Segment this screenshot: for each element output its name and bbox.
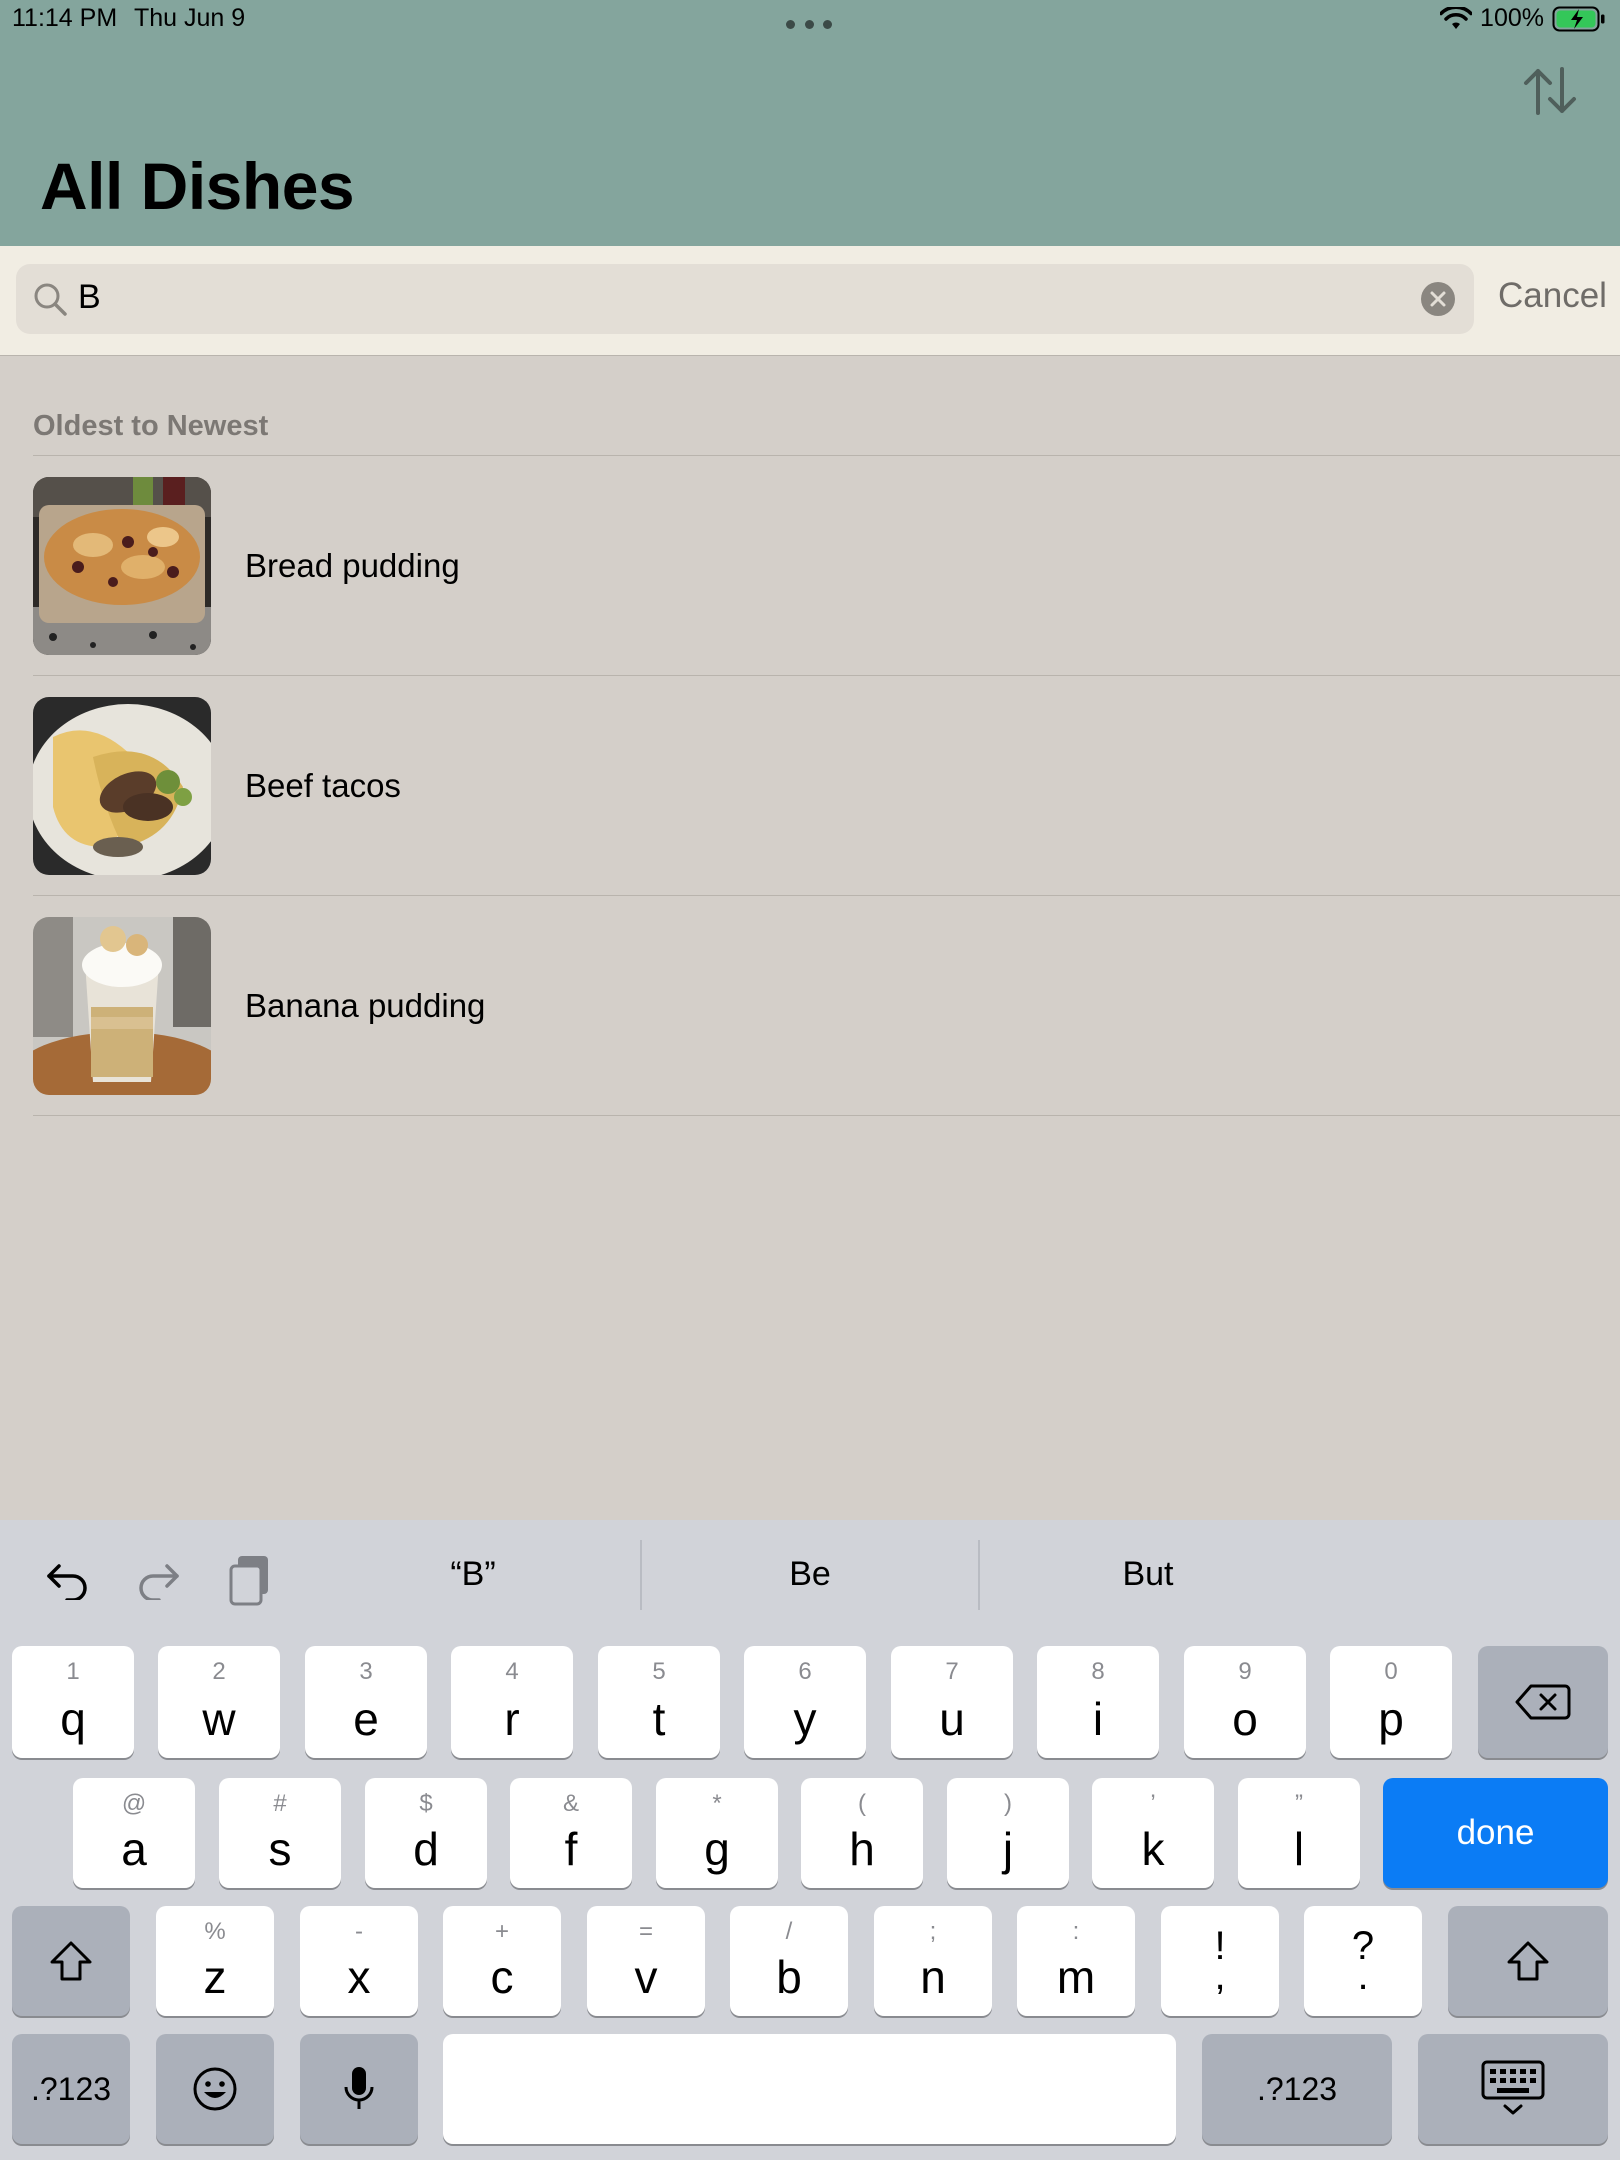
- shift-key-left[interactable]: [12, 1906, 130, 2016]
- redo-button[interactable]: [128, 1550, 188, 1610]
- multitasking-dots-icon[interactable]: [786, 16, 832, 32]
- suggestion-2[interactable]: Be: [660, 1555, 960, 1594]
- search-input[interactable]: B: [78, 278, 101, 317]
- numbers-key-right[interactable]: .?123: [1202, 2034, 1392, 2144]
- battery-percentage: 100%: [1480, 4, 1544, 32]
- list-item[interactable]: Banana pudding: [0, 896, 1620, 1116]
- on-screen-keyboard: “B” Be But 1q 2w 3e 4r 5t 6y 7u 8i 9o 0p…: [0, 1520, 1620, 2160]
- status-indicators: 100%: [1440, 4, 1606, 33]
- section-header: Oldest to Newest: [33, 410, 269, 442]
- navigation-header: 11:14 PM Thu Jun 9 100% All Dishes: [0, 0, 1620, 246]
- emoji-key[interactable]: [156, 2034, 274, 2144]
- key-c[interactable]: + c: [443, 1906, 561, 2016]
- redo-icon: [139, 1564, 179, 1600]
- key-a[interactable]: @ a: [73, 1778, 195, 1888]
- shift-key-right[interactable]: [1448, 1906, 1608, 2016]
- key-y[interactable]: 6y: [744, 1646, 866, 1758]
- key-v[interactable]: = v: [587, 1906, 705, 2016]
- dish-name: Bread pudding: [245, 547, 460, 584]
- list-item[interactable]: Beef tacos: [0, 676, 1620, 896]
- sort-button[interactable]: [1518, 62, 1582, 120]
- dish-thumbnail: [33, 477, 211, 655]
- key-e[interactable]: 3e: [305, 1646, 427, 1758]
- key-i[interactable]: 8i: [1037, 1646, 1159, 1758]
- numbers-key-left[interactable]: .?123: [12, 2034, 130, 2144]
- dish-thumbnail: [33, 697, 211, 875]
- clear-search-icon[interactable]: [1420, 281, 1456, 317]
- key-r[interactable]: 4r: [451, 1646, 573, 1758]
- key-w[interactable]: 2w: [158, 1646, 280, 1758]
- space-key[interactable]: [443, 2034, 1176, 2144]
- paste-button[interactable]: [220, 1550, 280, 1610]
- backspace-icon: [1515, 1684, 1571, 1720]
- sort-arrows-icon: [1524, 67, 1576, 115]
- key-g[interactable]: * g: [656, 1778, 778, 1888]
- key-d[interactable]: $ d: [365, 1778, 487, 1888]
- key-question-period[interactable]: ?.: [1304, 1906, 1422, 2016]
- dish-name: Banana pudding: [245, 987, 486, 1024]
- key-p[interactable]: 0p: [1330, 1646, 1452, 1758]
- cancel-button[interactable]: Cancel: [1498, 276, 1607, 316]
- wifi-icon: [1440, 6, 1473, 29]
- status-time: 11:14 PM: [12, 4, 118, 32]
- keyboard-dismiss-icon: [1481, 2060, 1545, 2115]
- key-k[interactable]: ’ k: [1092, 1778, 1214, 1888]
- key-n[interactable]: ; n: [874, 1906, 992, 2016]
- key-u[interactable]: 7u: [891, 1646, 1013, 1758]
- key-q[interactable]: 1q: [12, 1646, 134, 1758]
- key-b[interactable]: / b: [730, 1906, 848, 2016]
- shift-icon: [50, 1941, 92, 1981]
- key-m[interactable]: :m: [1017, 1906, 1135, 2016]
- key-o[interactable]: 9o: [1184, 1646, 1306, 1758]
- dismiss-keyboard-key[interactable]: [1418, 2034, 1608, 2144]
- dish-name: Beef tacos: [245, 767, 401, 804]
- undo-icon: [47, 1564, 87, 1600]
- shift-icon: [1507, 1941, 1549, 1981]
- page-title: All Dishes: [40, 149, 355, 223]
- key-exclamation-comma[interactable]: !,: [1161, 1906, 1279, 2016]
- search-bar: B Cancel: [0, 246, 1620, 356]
- microphone-icon: [344, 2067, 374, 2109]
- emoji-icon: [193, 2067, 237, 2111]
- key-f[interactable]: & f: [510, 1778, 632, 1888]
- key-j[interactable]: ) j: [947, 1778, 1069, 1888]
- key-l[interactable]: ” l: [1238, 1778, 1360, 1888]
- search-icon: [34, 283, 67, 316]
- dictation-key[interactable]: [300, 2034, 418, 2144]
- done-key[interactable]: done: [1383, 1778, 1608, 1888]
- dish-thumbnail: [33, 917, 211, 1095]
- key-x[interactable]: -x: [300, 1906, 418, 2016]
- status-date: Thu Jun 9: [134, 4, 246, 32]
- list-item[interactable]: Bread pudding: [0, 456, 1620, 676]
- paste-clipboard-icon: [229, 1556, 268, 1606]
- key-t[interactable]: 5t: [598, 1646, 720, 1758]
- delete-key[interactable]: [1478, 1646, 1608, 1758]
- battery-charging-icon: [1552, 6, 1605, 31]
- undo-button[interactable]: [38, 1550, 98, 1610]
- suggestion-3[interactable]: But: [998, 1555, 1298, 1594]
- suggestion-1[interactable]: “B”: [323, 1555, 623, 1594]
- search-field[interactable]: B: [16, 264, 1474, 334]
- key-s[interactable]: # s: [219, 1778, 341, 1888]
- key-z[interactable]: % z: [156, 1906, 274, 2016]
- key-h[interactable]: (h: [801, 1778, 923, 1888]
